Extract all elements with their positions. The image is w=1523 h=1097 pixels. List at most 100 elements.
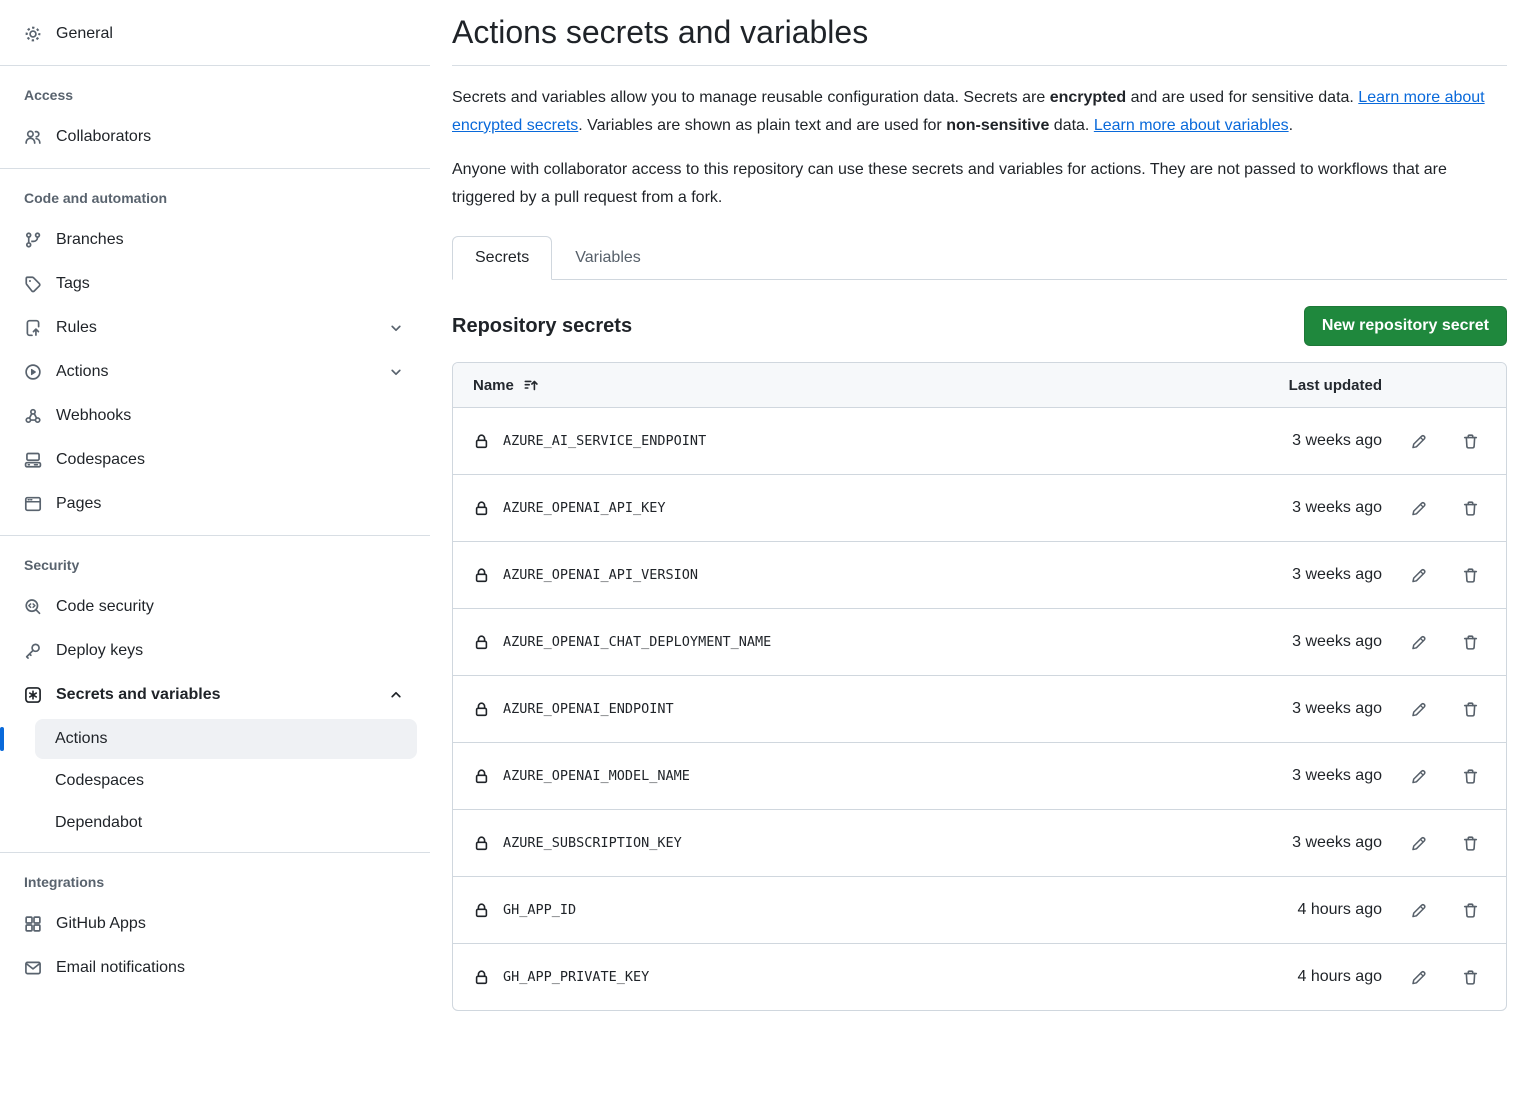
intro-text: and are used for sensitive data.: [1126, 89, 1358, 106]
secrets-rows: AZURE_AI_SERVICE_ENDPOINT 3 weeks ago AZ…: [453, 407, 1506, 1010]
last-updated-value: 3 weeks ago: [1222, 767, 1382, 785]
tab-variables[interactable]: Variables: [552, 236, 664, 280]
lock-icon: [473, 500, 490, 517]
chevron-down-icon: [388, 320, 404, 336]
name-column-header: Name: [473, 377, 514, 394]
asterisk-box-icon: [24, 686, 42, 704]
lock-icon: [473, 835, 490, 852]
sidebar-item-rules[interactable]: Rules: [0, 306, 430, 350]
sidebar-item-label: Branches: [56, 231, 124, 249]
sidebar-item-label: Actions: [56, 363, 108, 381]
secret-name: AZURE_SUBSCRIPTION_KEY: [503, 835, 1222, 851]
delete-secret-button[interactable]: [1454, 760, 1486, 792]
edit-secret-button[interactable]: [1402, 693, 1434, 725]
edit-secret-button[interactable]: [1402, 626, 1434, 658]
edit-secret-button[interactable]: [1402, 827, 1434, 859]
edit-secret-button[interactable]: [1402, 760, 1434, 792]
chevron-up-icon: [388, 687, 404, 703]
sidebar-item-branches[interactable]: Branches: [0, 218, 430, 262]
secret-name: AZURE_OPENAI_ENDPOINT: [503, 701, 1222, 717]
last-updated-value: 3 weeks ago: [1222, 834, 1382, 852]
people-icon: [24, 128, 42, 146]
sidebar-item-actions[interactable]: Actions: [0, 350, 430, 394]
lock-icon: [473, 969, 490, 986]
sidebar-item-label: Secrets and variables: [56, 686, 221, 704]
active-item-indicator: [0, 727, 4, 751]
sidebar-item-code-security[interactable]: Code security: [0, 585, 430, 629]
sidebar-subitem-label: Dependabot: [55, 814, 142, 832]
sidebar-item-pages[interactable]: Pages: [0, 482, 430, 526]
delete-secret-button[interactable]: [1454, 693, 1486, 725]
name-column-sort[interactable]: Name: [473, 377, 1222, 394]
last-updated-value: 3 weeks ago: [1222, 566, 1382, 584]
sidebar-item-email-notifications[interactable]: Email notifications: [0, 946, 430, 990]
sidebar-subitem-codespaces[interactable]: Codespaces: [35, 761, 417, 801]
edit-secret-button[interactable]: [1402, 961, 1434, 993]
delete-secret-button[interactable]: [1454, 827, 1486, 859]
secret-name: AZURE_OPENAI_MODEL_NAME: [503, 768, 1222, 784]
intro-text: data.: [1049, 117, 1093, 134]
new-repository-secret-button[interactable]: New repository secret: [1304, 306, 1507, 346]
learn-more-variables-link[interactable]: Learn more about variables: [1094, 117, 1289, 134]
intro-text: . Variables are shown as plain text and …: [578, 117, 946, 134]
lock-icon: [473, 567, 490, 584]
last-updated-value: 3 weeks ago: [1222, 633, 1382, 651]
tab-secrets[interactable]: Secrets: [452, 236, 552, 280]
last-updated-value: 3 weeks ago: [1222, 499, 1382, 517]
sidebar-item-tags[interactable]: Tags: [0, 262, 430, 306]
sidebar-item-label: Email notifications: [56, 959, 185, 977]
sidebar-section-code-automation: Code and automation: [0, 178, 430, 218]
sidebar-item-label: Rules: [56, 319, 97, 337]
secrets-table-header: Name Last updated: [453, 363, 1506, 407]
rules-icon: [24, 319, 42, 337]
sidebar-item-label: Codespaces: [56, 451, 145, 469]
delete-secret-button[interactable]: [1454, 894, 1486, 926]
edit-secret-button[interactable]: [1402, 894, 1434, 926]
sidebar-subitem-label: Codespaces: [55, 772, 144, 790]
sidebar-subitem-actions[interactable]: Actions: [35, 719, 417, 759]
last-updated-value: 3 weeks ago: [1222, 700, 1382, 718]
sidebar-item-secrets-and-variables[interactable]: Secrets and variables: [0, 673, 430, 717]
edit-secret-button[interactable]: [1402, 492, 1434, 524]
sidebar-item-collaborators[interactable]: Collaborators: [0, 115, 430, 159]
sidebar-item-label: GitHub Apps: [56, 915, 146, 933]
key-icon: [24, 642, 42, 660]
edit-secret-button[interactable]: [1402, 559, 1434, 591]
table-row: AZURE_OPENAI_MODEL_NAME 3 weeks ago: [453, 742, 1506, 809]
delete-secret-button[interactable]: [1454, 626, 1486, 658]
table-row: AZURE_OPENAI_ENDPOINT 3 weeks ago: [453, 675, 1506, 742]
play-icon: [24, 363, 42, 381]
gear-icon: [24, 25, 42, 43]
collaborator-note: Anyone with collaborator access to this …: [452, 156, 1507, 212]
last-updated-column-header: Last updated: [1222, 377, 1382, 394]
main-content: Actions secrets and variables Secrets an…: [430, 0, 1523, 1097]
codespaces-icon: [24, 451, 42, 469]
mail-icon: [24, 959, 42, 977]
table-row: AZURE_OPENAI_API_VERSION 3 weeks ago: [453, 541, 1506, 608]
sidebar-divider: [0, 65, 430, 66]
delete-secret-button[interactable]: [1454, 961, 1486, 993]
sidebar-item-github-apps[interactable]: GitHub Apps: [0, 902, 430, 946]
edit-secret-button[interactable]: [1402, 425, 1434, 457]
chevron-down-icon: [388, 364, 404, 380]
lock-icon: [473, 701, 490, 718]
sidebar-item-label: Webhooks: [56, 407, 131, 425]
webhook-icon: [24, 407, 42, 425]
secret-name: AZURE_OPENAI_API_KEY: [503, 500, 1222, 516]
sidebar-divider: [0, 852, 430, 853]
secrets-table: Name Last updated AZURE_AI_SERVICE_ENDPO…: [452, 362, 1507, 1011]
sidebar-item-label: Code security: [56, 598, 154, 616]
delete-secret-button[interactable]: [1454, 492, 1486, 524]
sidebar-item-deploy-keys[interactable]: Deploy keys: [0, 629, 430, 673]
secret-name: AZURE_AI_SERVICE_ENDPOINT: [503, 433, 1222, 449]
delete-secret-button[interactable]: [1454, 425, 1486, 457]
sidebar-subitem-label: Actions: [55, 730, 107, 748]
apps-icon: [24, 915, 42, 933]
sidebar-item-webhooks[interactable]: Webhooks: [0, 394, 430, 438]
tag-icon: [24, 275, 42, 293]
sidebar-item-codespaces[interactable]: Codespaces: [0, 438, 430, 482]
sidebar-item-label: Pages: [56, 495, 101, 513]
sidebar-subitem-dependabot[interactable]: Dependabot: [35, 803, 417, 843]
delete-secret-button[interactable]: [1454, 559, 1486, 591]
sidebar-item-general[interactable]: General: [0, 12, 430, 56]
